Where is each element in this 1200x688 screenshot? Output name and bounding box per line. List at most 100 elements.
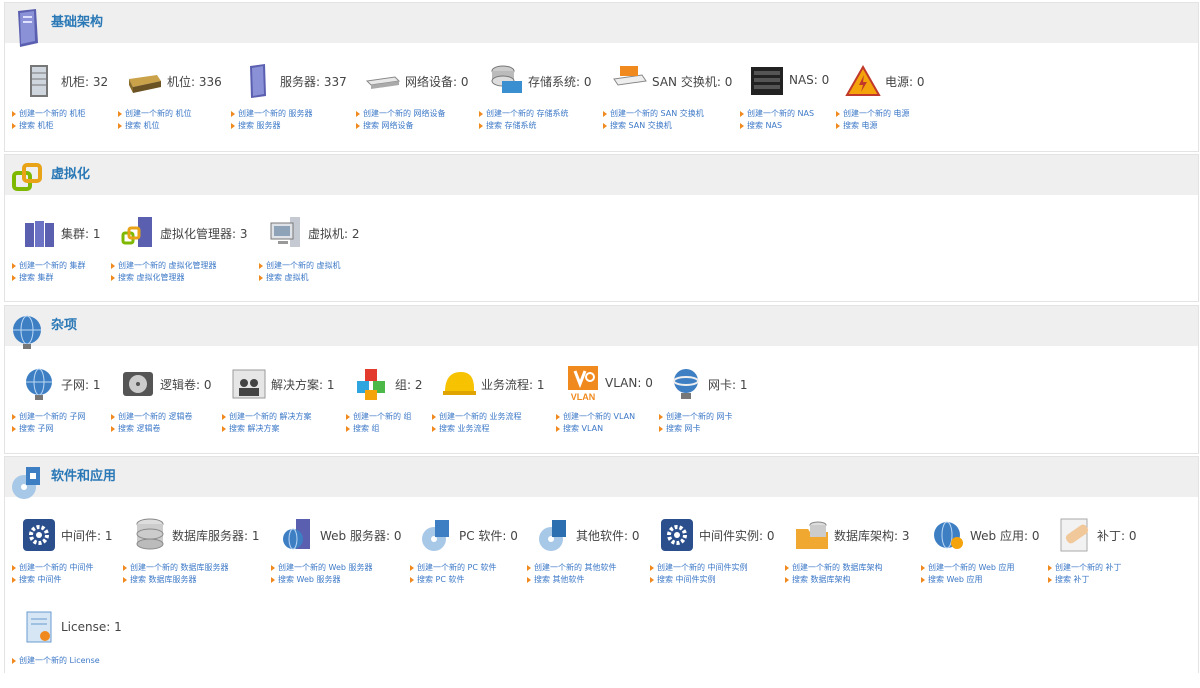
create-link[interactable]: 创建一个新的 网卡 <box>658 411 733 423</box>
section-misc: 杂项 子网: 1 创建一个新的 子网 搜索 子网 逻辑卷: 0 创建一个新的 逻辑… <box>4 305 1199 454</box>
virtualization-icon <box>12 163 42 191</box>
search-link[interactable]: 搜索 中间件实例 <box>649 574 748 586</box>
search-link[interactable]: 搜索 虚拟化管理器 <box>110 272 217 284</box>
section-title: 杂项 <box>51 318 78 333</box>
subnet-globe-icon <box>26 368 52 400</box>
solution-icon <box>232 369 266 399</box>
create-link[interactable]: 创建一个新的 数据库服务器 <box>122 562 229 574</box>
search-link[interactable]: 搜索 Web 服务器 <box>270 574 373 586</box>
patch-icon <box>1060 518 1089 552</box>
search-link[interactable]: 搜索 集群 <box>11 272 86 284</box>
search-link[interactable]: 搜索 组 <box>345 423 412 435</box>
create-link[interactable]: 创建一个新的 Web 服务器 <box>270 562 373 574</box>
license-icon <box>26 611 52 643</box>
create-link[interactable]: 创建一个新的 数据库架构 <box>784 562 883 574</box>
create-link[interactable]: 创建一个新的 其他软件 <box>526 562 617 574</box>
create-link[interactable]: 创建一个新的 机柜 <box>11 108 86 120</box>
item-label: SAN 交换机: 0 <box>652 75 733 89</box>
search-link[interactable]: 搜索 VLAN <box>555 423 635 435</box>
create-link[interactable]: 创建一个新的 PC 软件 <box>409 562 497 574</box>
search-link[interactable]: 搜索 存储系统 <box>478 120 569 132</box>
search-link[interactable]: 搜索 SAN 交换机 <box>602 120 704 132</box>
create-link[interactable]: 创建一个新的 存储系统 <box>478 108 569 120</box>
item-label: 业务流程: 1 <box>481 378 545 392</box>
create-link[interactable]: 创建一个新的 服务器 <box>230 108 313 120</box>
search-link[interactable]: 搜索 补丁 <box>1047 574 1122 586</box>
create-link[interactable]: 创建一个新的 电源 <box>835 108 910 120</box>
create-link[interactable]: 创建一个新的 机位 <box>117 108 192 120</box>
search-link[interactable]: 搜索 服务器 <box>230 120 313 132</box>
create-link[interactable]: 创建一个新的 业务流程 <box>431 411 522 423</box>
middleware-gear-icon <box>23 519 55 551</box>
search-link[interactable]: 搜索 网络设备 <box>355 120 446 132</box>
create-link[interactable]: 创建一个新的 集群 <box>11 260 86 272</box>
item-label: 补丁: 0 <box>1097 529 1137 543</box>
search-link[interactable]: 搜索 子网 <box>11 423 86 435</box>
nas-icon <box>751 67 783 95</box>
create-link[interactable]: 创建一个新的 License <box>11 655 100 667</box>
search-link[interactable]: 搜索 中间件 <box>11 574 94 586</box>
power-warning-icon <box>845 64 881 96</box>
network-device-icon <box>365 76 401 89</box>
section-header: 软件和应用 <box>5 457 1198 499</box>
enclosure-icon <box>129 75 161 93</box>
create-link[interactable]: 创建一个新的 SAN 交换机 <box>602 108 704 120</box>
item-label: 中间件实例: 0 <box>699 529 775 543</box>
storage-system-icon <box>491 65 522 93</box>
item-label: 集群: 1 <box>61 227 101 241</box>
create-link[interactable]: 创建一个新的 中间件实例 <box>649 562 748 574</box>
create-link[interactable]: 创建一个新的 中间件 <box>11 562 94 574</box>
search-link[interactable]: 搜索 业务流程 <box>431 423 522 435</box>
search-link[interactable]: 搜索 机位 <box>117 120 192 132</box>
web-application-icon <box>934 521 963 549</box>
search-link[interactable]: 搜索 PC 软件 <box>409 574 497 586</box>
item-label: 其他软件: 0 <box>576 529 640 543</box>
create-link[interactable]: 创建一个新的 逻辑卷 <box>110 411 193 423</box>
search-link[interactable]: 搜索 数据库服务器 <box>122 574 229 586</box>
other-software-icon <box>539 520 566 551</box>
create-link[interactable]: 创建一个新的 补丁 <box>1047 562 1122 574</box>
search-link[interactable]: 搜索 虚拟机 <box>258 272 341 284</box>
item-label: 电源: 0 <box>885 75 925 89</box>
infrastructure-server-icon <box>18 9 38 47</box>
search-link[interactable]: 搜索 解决方案 <box>221 423 312 435</box>
section-virtualization: 虚拟化 集群: 1 创建一个新的 集群 搜索 集群 虚拟化管理器: 3 创建一个新… <box>4 154 1199 302</box>
search-link[interactable]: 搜索 Web 应用 <box>920 574 1015 586</box>
item-label: 解决方案: 1 <box>271 378 335 392</box>
search-link[interactable]: 搜索 其他软件 <box>526 574 617 586</box>
middleware-instance-gear-icon <box>661 519 693 551</box>
item-label: 逻辑卷: 0 <box>160 378 212 392</box>
vlan-icon: VLAN <box>568 366 598 402</box>
create-link[interactable]: 创建一个新的 解决方案 <box>221 411 312 423</box>
search-link[interactable]: 搜索 机柜 <box>11 120 86 132</box>
virtual-machine-icon <box>270 217 300 247</box>
item-label: 组: 2 <box>395 378 423 392</box>
create-link[interactable]: 创建一个新的 组 <box>345 411 412 423</box>
business-process-helmet-icon <box>443 372 476 395</box>
item-label: 存储系统: 0 <box>528 75 592 89</box>
item-label: Web 服务器: 0 <box>320 529 402 543</box>
create-link[interactable]: 创建一个新的 虚拟机 <box>258 260 341 272</box>
search-link[interactable]: 搜索 电源 <box>835 120 910 132</box>
create-link[interactable]: 创建一个新的 NAS <box>739 108 814 120</box>
database-schema-icon <box>796 521 828 549</box>
san-switch-icon <box>613 66 647 86</box>
create-link[interactable]: 创建一个新的 Web 应用 <box>920 562 1015 574</box>
section-header: 虚拟化 <box>5 155 1198 195</box>
search-link[interactable]: 搜索 数据库架构 <box>784 574 883 586</box>
rack-icon <box>30 65 48 97</box>
section-title: 虚拟化 <box>51 167 91 182</box>
create-link[interactable]: 创建一个新的 网络设备 <box>355 108 446 120</box>
create-link[interactable]: 创建一个新的 虚拟化管理器 <box>110 260 217 272</box>
search-link[interactable]: 搜索 网卡 <box>658 423 733 435</box>
section-header: 基础架构 <box>5 3 1198 47</box>
search-link[interactable]: 搜索 逻辑卷 <box>110 423 193 435</box>
create-link[interactable]: 创建一个新的 子网 <box>11 411 86 423</box>
section-software-applications: 软件和应用 中间件: 1 创建一个新的 中间件 搜索 中间件 数据库服务器: 1 … <box>4 456 1199 673</box>
item-label: NAS: 0 <box>789 73 830 87</box>
search-link[interactable]: 搜索 NAS <box>739 120 814 132</box>
section-infrastructure: 基础架构 机柜: 32 创建一个新的 机柜 搜索 机柜 机位: 336 创建一个新… <box>4 2 1199 152</box>
create-link[interactable]: 创建一个新的 VLAN <box>555 411 635 423</box>
web-server-icon <box>283 519 310 550</box>
database-server-icon <box>136 518 164 550</box>
